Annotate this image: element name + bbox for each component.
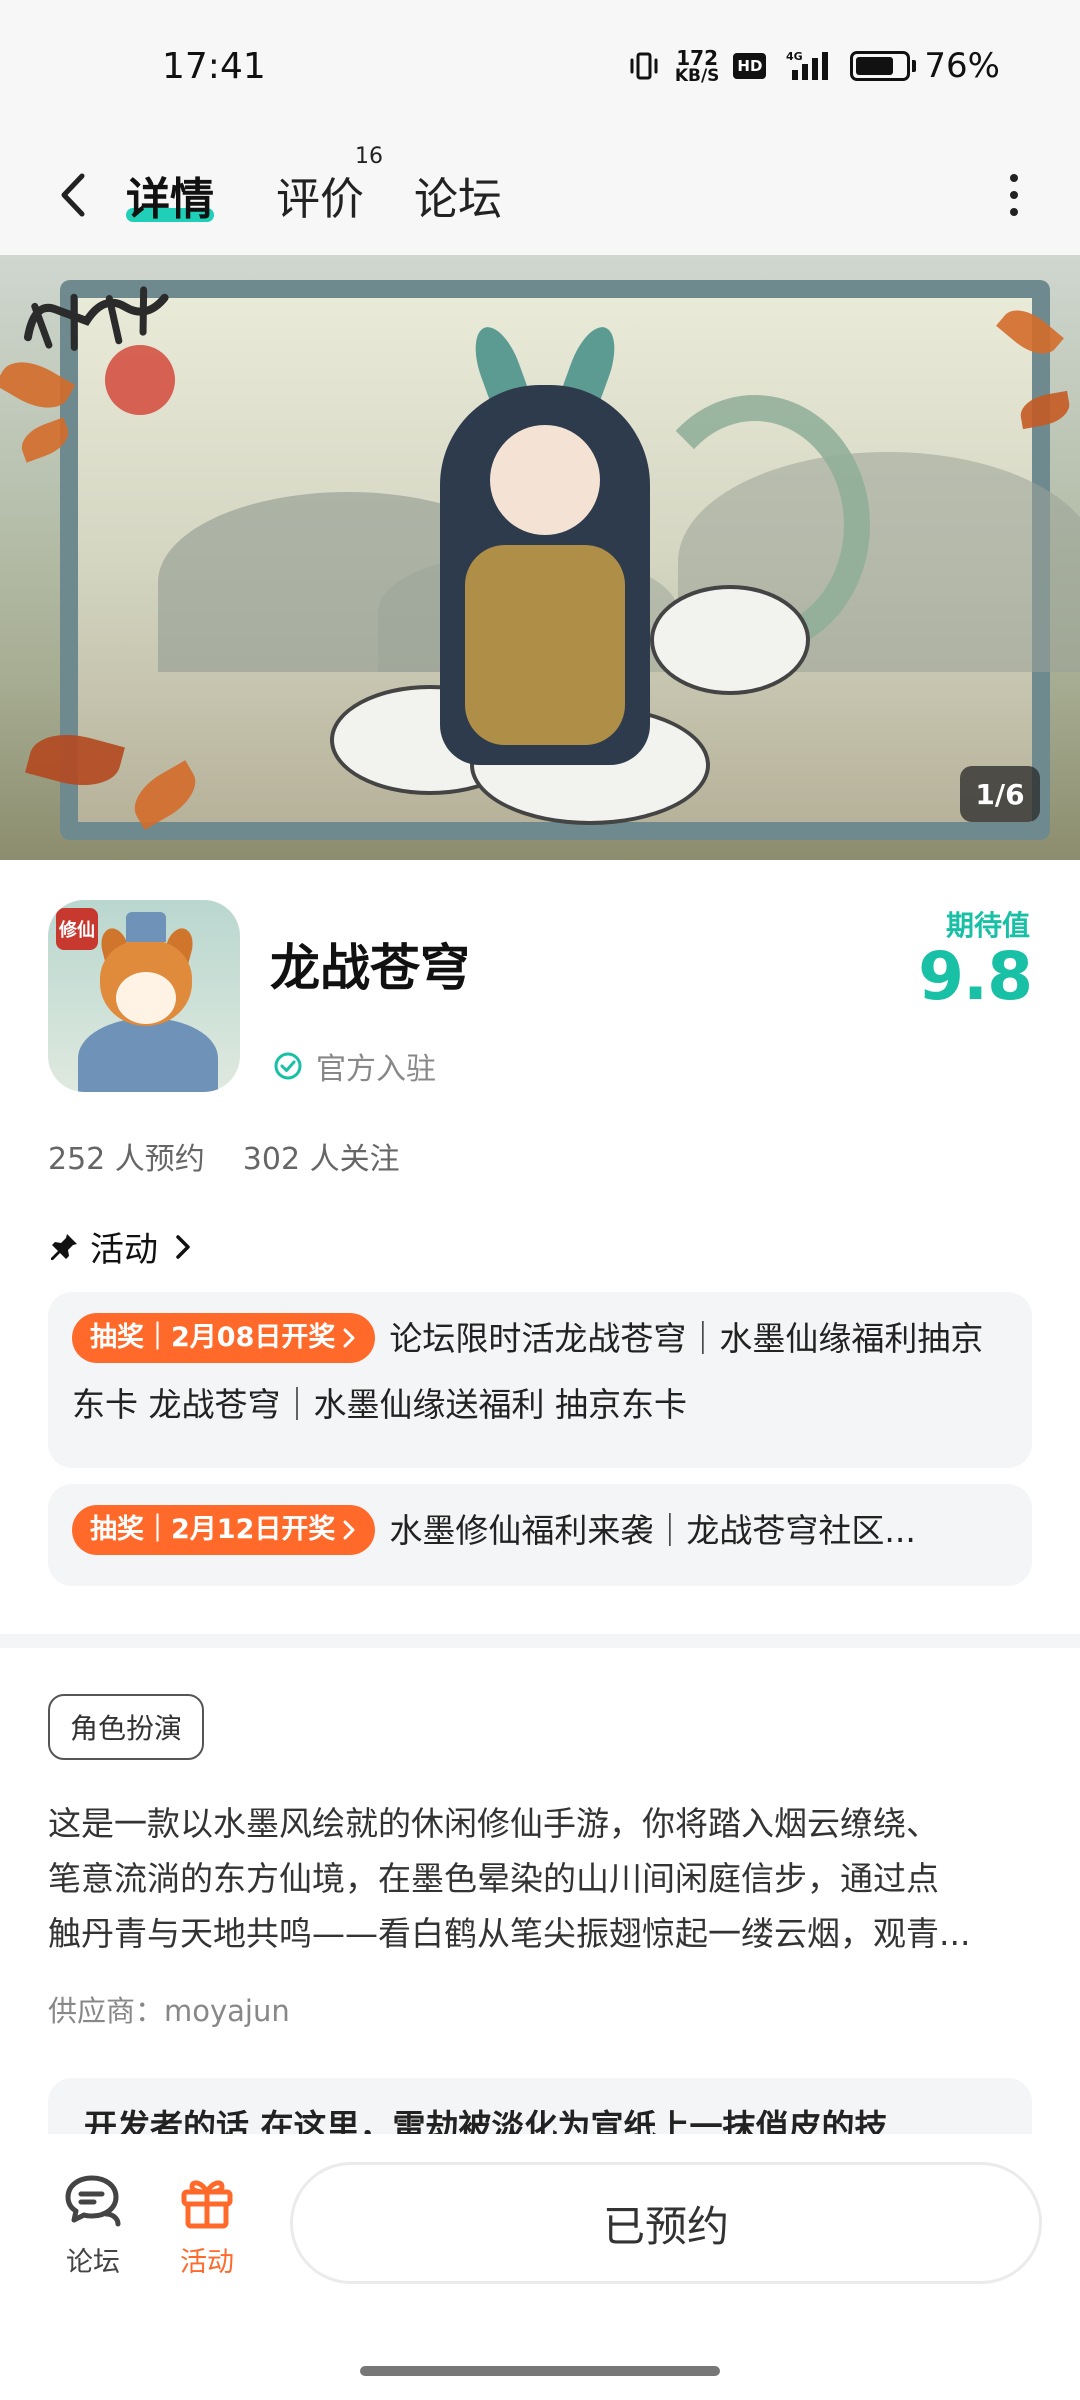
status-icons: 172 KB/S HD 4G 76%	[627, 44, 1000, 88]
chevron-right-icon	[343, 1520, 355, 1539]
signal-4g-icon: 4G	[786, 50, 829, 80]
follower-count: 302 人关注	[242, 1142, 400, 1177]
vibrate-icon	[630, 52, 658, 80]
forum-chat-icon	[65, 2175, 121, 2227]
description-line: 触丹青与天地共鸣——看白鹤从笔尖振翅惊起一缕云烟，观青...	[48, 1914, 971, 1953]
back-arrow-icon	[61, 173, 85, 217]
activity-card[interactable]: 抽奖｜2月08日开奖 论坛限时活龙战苍穹｜水墨仙缘福利抽京东卡 龙战苍穹｜水墨仙…	[48, 1292, 1032, 1468]
status-bar: 17:41 172 KB/S HD 4G 76%	[0, 0, 1080, 140]
more-dot-icon	[1010, 174, 1018, 182]
bottom-activity-button[interactable]: 活动	[152, 2170, 262, 2279]
genre-tag[interactable]: 角色扮演	[48, 1694, 205, 1760]
tab-details[interactable]: 详情	[126, 160, 214, 230]
activity-card[interactable]: 抽奖｜2月12日开奖 水墨修仙福利来袭｜龙战苍穹社区...	[48, 1484, 1032, 1586]
tab-forum[interactable]: 论坛	[414, 160, 502, 230]
app-title: 龙战苍穹	[270, 939, 470, 997]
app-icon: 修仙	[48, 900, 240, 1092]
activity-section-header[interactable]: 活动	[48, 1222, 194, 1271]
top-nav: 详情 评价 16 论坛	[0, 140, 1080, 255]
more-options-button[interactable]	[994, 160, 1034, 230]
pin-icon	[51, 1233, 77, 1260]
chevron-right-icon	[343, 1328, 355, 1347]
more-dot-icon	[1010, 208, 1018, 216]
description-line: 这是一款以水墨风绘就的休闲修仙手游，你将踏入烟云缭绕、	[48, 1804, 939, 1843]
section-divider	[0, 1634, 1080, 1648]
lottery-badge: 抽奖｜2月08日开奖	[72, 1312, 376, 1363]
tab-details-label: 详情	[126, 174, 214, 225]
app-stats: 252 人预约 302 人关注	[48, 1134, 400, 1178]
provider-label: 供应商：moyajun	[48, 1994, 290, 2028]
home-indicator[interactable]	[360, 2366, 720, 2376]
reviews-count-badge: 16	[355, 144, 383, 169]
description-line: 笔意流淌的东方仙境，在墨色晕染的山川间闲庭信步，通过点	[48, 1859, 939, 1898]
bottom-forum-label: 论坛	[66, 2247, 120, 2278]
verified-check-icon	[274, 1052, 302, 1080]
network-speed-value: 172	[676, 45, 718, 70]
official-badge: 官方入驻	[272, 1044, 436, 1088]
lottery-badge-label: 抽奖｜2月12日开奖	[90, 1513, 336, 1545]
battery-icon: 76%	[850, 46, 1000, 86]
battery-percent: 76%	[924, 46, 1000, 86]
back-button[interactable]	[48, 160, 98, 230]
gift-icon	[181, 2180, 233, 2229]
bottom-activity-label: 活动	[180, 2247, 234, 2278]
reserve-button[interactable]: 已预约	[290, 2162, 1042, 2284]
chevron-right-icon	[176, 1234, 190, 1259]
sun-illustration	[105, 345, 175, 415]
screenshot-carousel[interactable]: 1/6	[0, 255, 1080, 860]
game-logo-artwork	[23, 286, 169, 351]
lottery-badge: 抽奖｜2月12日开奖	[72, 1504, 376, 1555]
battery-fill	[856, 57, 893, 75]
expectation-score: 9.8	[918, 938, 1033, 1015]
more-dot-icon	[1010, 191, 1018, 199]
official-label: 官方入驻	[316, 1052, 436, 1087]
bottom-action-bar: 论坛 活动 已预约	[0, 2134, 1080, 2400]
lottery-badge-label: 抽奖｜2月08日开奖	[90, 1321, 336, 1353]
carousel-counter: 1/6	[960, 766, 1040, 822]
status-time: 17:41	[162, 46, 266, 87]
network-type: 4G	[786, 50, 803, 63]
reservation-count: 252 人预约	[48, 1142, 205, 1177]
activity-title: 水墨修仙福利来袭｜龙战苍穹社区...	[389, 1511, 916, 1550]
app-icon-seal: 修仙	[56, 908, 98, 950]
network-speed: 172 KB/S	[675, 48, 720, 85]
network-speed-unit: KB/S	[674, 65, 720, 86]
tab-forum-label: 论坛	[414, 174, 502, 225]
bottom-forum-button[interactable]: 论坛	[38, 2170, 148, 2279]
tab-reviews[interactable]: 评价	[276, 160, 364, 230]
character-illustration	[420, 315, 670, 835]
tab-reviews-label: 评价	[276, 174, 364, 225]
game-description[interactable]: 这是一款以水墨风绘就的休闲修仙手游，你将踏入烟云缭绕、 笔意流淌的东方仙境，在墨…	[48, 1796, 1032, 1961]
hd-badge: HD	[733, 53, 767, 79]
activity-header-label: 活动	[90, 1230, 158, 1270]
